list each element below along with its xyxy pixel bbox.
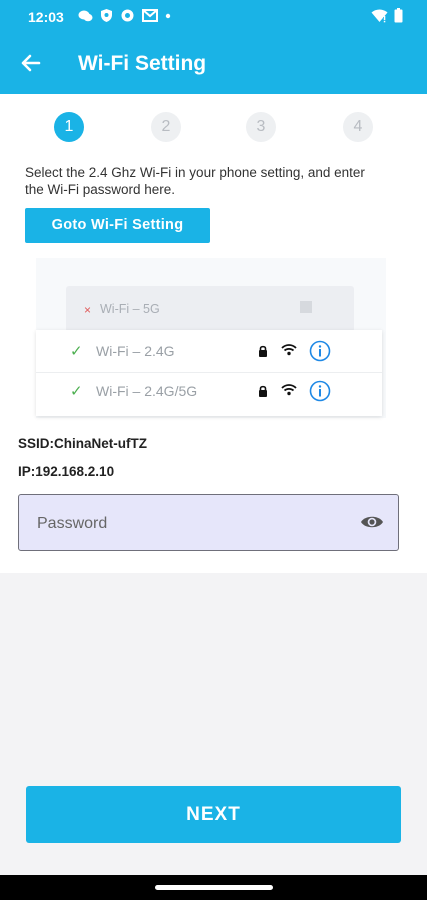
info-icon (309, 380, 331, 402)
instruction-text: Select the 2.4 Ghz Wi-Fi in your phone s… (25, 165, 365, 197)
content-panel: 1 2 3 4 Select the 2.4 Ghz Wi-Fi in your… (0, 94, 427, 573)
next-button[interactable]: NEXT (26, 786, 401, 843)
check-icon: ✓ (70, 343, 83, 360)
dot-icon (165, 13, 171, 18)
password-input[interactable] (35, 495, 359, 552)
status-time: 12:03 (28, 9, 64, 25)
system-icons (371, 8, 403, 23)
check-icon: ✓ (70, 383, 83, 400)
shield-icon (101, 9, 112, 22)
navigation-bar (0, 875, 427, 900)
info-icon (309, 340, 331, 362)
step-indicator: 1 2 3 4 (0, 112, 427, 142)
notification-icons (78, 8, 171, 23)
wifi-icon (371, 9, 388, 22)
settings-icon (121, 9, 134, 22)
cross-icon: × (84, 303, 92, 317)
step-2: 2 (151, 112, 181, 142)
password-field (18, 494, 399, 552)
network-label: Wi-Fi – 2.4G/5G (96, 383, 198, 399)
gmail-icon (142, 9, 158, 22)
goto-wifi-setting-button[interactable]: Goto Wi-Fi Setting (25, 208, 210, 243)
wifi-signal-icon (281, 384, 297, 396)
accepted-network-list: ✓ Wi-Fi – 2.4G ✓ Wi-Fi – 2.4G/5G (36, 330, 382, 416)
home-handle[interactable] (155, 885, 273, 890)
battery-icon (394, 8, 403, 23)
step-4: 4 (343, 112, 373, 142)
app-bar: Wi-Fi Setting (0, 34, 427, 94)
wifi-signal-icon (281, 344, 297, 356)
chat-icon (78, 10, 93, 21)
step-3: 3 (246, 112, 276, 142)
rejected-network-label: Wi-Fi – 5G (100, 302, 160, 316)
page-title: Wi-Fi Setting (78, 52, 207, 75)
step-1: 1 (54, 112, 84, 142)
network-label: Wi-Fi – 2.4G (96, 343, 175, 359)
network-row: ✓ Wi-Fi – 2.4G/5G (36, 372, 382, 412)
lock-icon (259, 385, 267, 397)
arrow-back-icon[interactable] (18, 50, 44, 76)
lock-icon (259, 345, 267, 357)
checkbox-icon (300, 301, 312, 313)
eye-icon[interactable] (360, 513, 384, 531)
rejected-network-row: × Wi-Fi – 5G (66, 286, 354, 332)
ip-text: IP:192.168.2.10 (18, 464, 115, 479)
ssid-text: SSID:ChinaNet-ufTZ (18, 436, 147, 451)
wifi-illustration: × Wi-Fi – 5G ✓ Wi-Fi – 2.4G ✓ Wi-Fi – 2.… (36, 258, 386, 418)
status-bar: 12:03 (0, 0, 427, 34)
network-row: ✓ Wi-Fi – 2.4G (36, 332, 382, 373)
